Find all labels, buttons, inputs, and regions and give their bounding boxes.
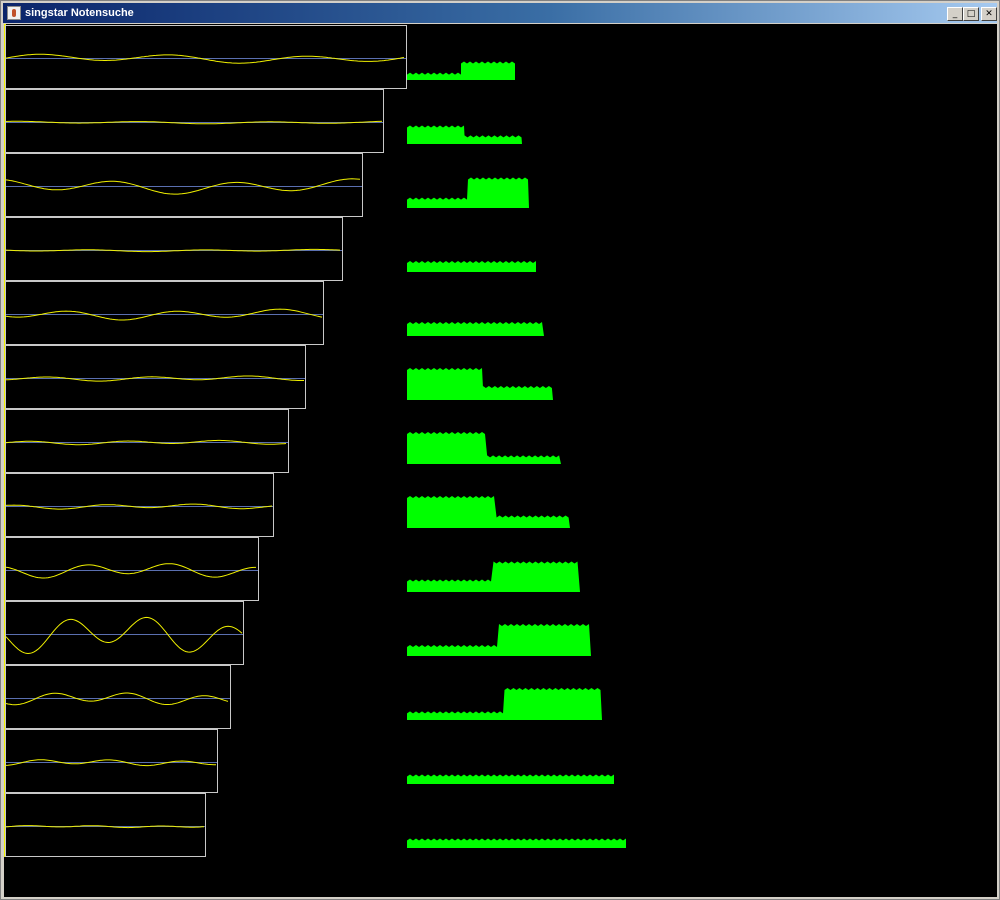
waveform-panel bbox=[5, 409, 289, 473]
app-window: singstar Notensuche _ □ ✕ bbox=[0, 0, 1000, 900]
spectrum-bar bbox=[407, 432, 561, 464]
waveform-panel bbox=[5, 537, 259, 601]
spectrum-bar bbox=[407, 561, 580, 592]
minimize-button[interactable]: _ bbox=[947, 7, 963, 21]
title-bar[interactable]: singstar Notensuche _ □ ✕ bbox=[3, 3, 997, 23]
spectrum-bar bbox=[407, 624, 591, 656]
spectrum-bar bbox=[407, 261, 536, 272]
spectrum-bar bbox=[407, 496, 570, 528]
waveform-panel bbox=[5, 281, 324, 345]
spectrum-bar bbox=[407, 125, 522, 144]
maximize-button[interactable]: □ bbox=[963, 7, 979, 21]
note-search-visualization bbox=[4, 24, 626, 857]
window-title: singstar Notensuche bbox=[25, 7, 134, 19]
waveform-line bbox=[5, 616, 243, 655]
waveform-panel bbox=[5, 217, 343, 281]
visualization-canvas bbox=[4, 24, 997, 897]
waveform-panel bbox=[5, 89, 384, 153]
spectrum-bar bbox=[407, 774, 614, 784]
waveform-panel bbox=[5, 793, 206, 857]
spectrum-bar bbox=[407, 368, 553, 400]
waveform-line bbox=[5, 248, 341, 253]
waveform-panel bbox=[5, 153, 363, 217]
spectrum-bar bbox=[407, 322, 544, 336]
close-button[interactable]: ✕ bbox=[981, 7, 997, 21]
waveform-panel bbox=[5, 25, 407, 89]
spectrum-bar bbox=[407, 177, 529, 208]
java-app-icon[interactable] bbox=[7, 6, 21, 20]
spectrum-bar bbox=[407, 61, 515, 80]
waveform-panel bbox=[5, 473, 274, 537]
spectrum-bar bbox=[407, 688, 602, 720]
spectrum-bar bbox=[407, 838, 626, 848]
